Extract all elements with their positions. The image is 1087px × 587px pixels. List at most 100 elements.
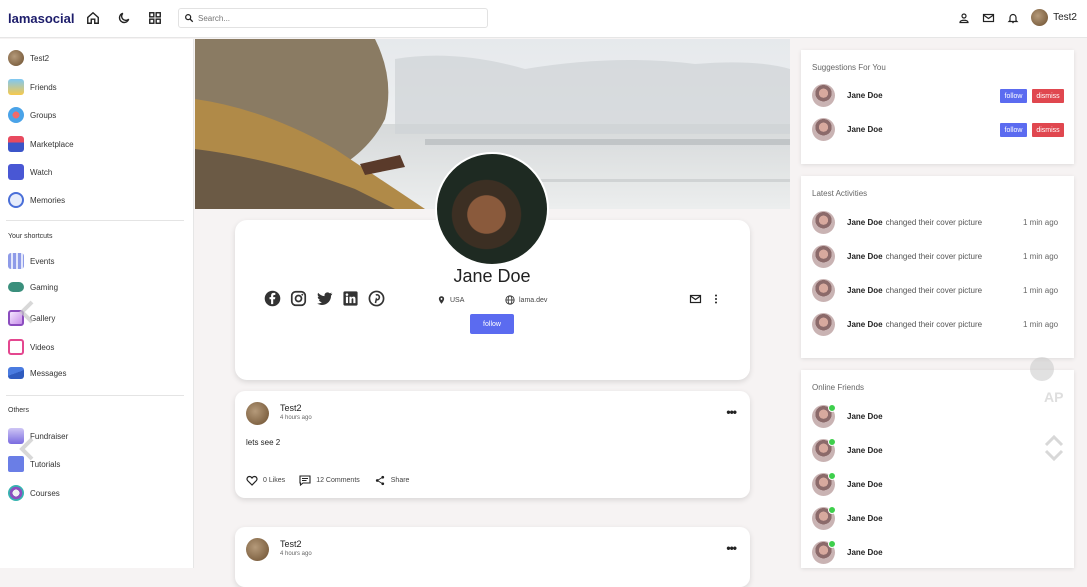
instagram-icon[interactable] (290, 290, 307, 307)
comments-button[interactable]: 12 Comments (299, 475, 360, 486)
more-vertical-icon[interactable] (714, 293, 718, 305)
post-more-icon[interactable]: ••• (726, 541, 737, 555)
avatar[interactable] (812, 84, 835, 107)
scroll-arrows-icon[interactable] (1043, 434, 1065, 462)
location-pin-icon (438, 296, 445, 304)
post-author[interactable]: Test2 (280, 539, 302, 549)
activity-text: changed their cover picture (885, 320, 983, 329)
suggestion-item: Jane Doe (812, 118, 883, 141)
linkedin-icon[interactable] (342, 290, 359, 307)
videos-icon (8, 339, 24, 355)
online-friends-panel: Online Friends Jane Doe Jane Doe Jane Do… (801, 370, 1074, 568)
follow-button[interactable]: follow (1000, 89, 1027, 103)
apps-grid-icon[interactable] (148, 11, 162, 25)
activity-name[interactable]: Jane Doe (847, 320, 883, 329)
home-icon[interactable] (86, 11, 100, 25)
online-friend-item[interactable]: Jane Doe (812, 472, 883, 496)
avatar[interactable] (812, 211, 835, 234)
sidebar-item-gaming[interactable]: Gaming (8, 282, 58, 292)
sidebar-item-label: Marketplace (30, 139, 74, 149)
top-bar: lamasocial Test2 (0, 0, 1087, 38)
comment-icon (299, 475, 311, 486)
share-button[interactable]: Share (374, 475, 410, 486)
user-menu[interactable]: Test2 (1031, 9, 1077, 26)
globe-icon (505, 295, 515, 305)
activity-name[interactable]: Jane Doe (847, 218, 883, 227)
follow-button[interactable]: follow (1000, 123, 1027, 137)
sidebar-item-label: Gaming (30, 282, 59, 292)
app-logo[interactable]: lamasocial (8, 11, 75, 26)
activity-name[interactable]: Jane Doe (847, 252, 883, 261)
avatar[interactable] (812, 313, 835, 336)
post-time: 4 hours ago (280, 551, 312, 557)
sidebar-item-marketplace[interactable]: Marketplace (8, 136, 74, 152)
sidebar-item-videos[interactable]: Videos (8, 339, 54, 355)
activity-time: 1 min ago (1023, 252, 1059, 261)
profile-website[interactable]: lama.dev (505, 295, 547, 305)
left-arrow-overlay-icon (19, 437, 34, 461)
search-icon (185, 14, 194, 23)
online-indicator (828, 472, 836, 480)
sidebar-item-messages[interactable]: Messages (8, 367, 66, 379)
post-card: Test2 4 hours ago ••• lets see 2 0 Likes… (235, 391, 750, 498)
online-indicator (828, 404, 836, 412)
dismiss-button[interactable]: dismiss (1032, 123, 1064, 137)
search-bar[interactable] (178, 8, 488, 28)
activity-item: Jane Doe changed their cover picture (812, 279, 982, 302)
post-more-icon[interactable]: ••• (726, 405, 737, 419)
sidebar-item-watch[interactable]: Watch (8, 164, 52, 180)
share-label: Share (390, 477, 410, 484)
sidebar-item-profile[interactable]: Test2 (8, 50, 49, 66)
activity-text: changed their cover picture (885, 252, 983, 261)
post-text: lets see 2 (246, 438, 281, 447)
avatar[interactable] (812, 245, 835, 268)
divider (6, 395, 184, 396)
suggestion-name[interactable]: Jane Doe (847, 125, 883, 134)
location-text: USA (450, 296, 465, 304)
online-friend-item[interactable]: Jane Doe (812, 438, 883, 462)
sidebar-item-friends[interactable]: Friends (8, 79, 57, 95)
panel-title: Latest Activities (812, 189, 868, 198)
online-friend-item[interactable]: Jane Doe (812, 506, 883, 530)
avatar[interactable] (246, 538, 269, 561)
friend-name: Jane Doe (847, 548, 883, 557)
overlay-circle[interactable] (1030, 357, 1054, 381)
sidebar-item-memories[interactable]: Memories (8, 192, 65, 208)
activity-text: changed their cover picture (885, 218, 983, 227)
online-friend-item[interactable]: Jane Doe (812, 404, 883, 428)
activity-name[interactable]: Jane Doe (847, 286, 883, 295)
mail-icon[interactable] (982, 12, 995, 24)
person-icon[interactable] (958, 12, 970, 24)
suggestion-name[interactable]: Jane Doe (847, 91, 883, 100)
search-input[interactable] (198, 13, 478, 23)
avatar[interactable] (246, 402, 269, 425)
activity-item: Jane Doe changed their cover picture (812, 211, 982, 234)
twitter-icon[interactable] (316, 290, 333, 307)
facebook-icon[interactable] (264, 290, 281, 307)
sidebar-item-events[interactable]: Events (8, 253, 54, 269)
mail-icon[interactable] (689, 293, 702, 305)
pinterest-icon[interactable] (368, 290, 385, 307)
friend-name: Jane Doe (847, 412, 883, 421)
avatar (812, 506, 836, 530)
friend-name: Jane Doe (847, 480, 883, 489)
avatar[interactable] (812, 279, 835, 302)
panel-title: Online Friends (812, 383, 865, 392)
dismiss-button[interactable]: dismiss (1032, 89, 1064, 103)
suggestion-item: Jane Doe (812, 84, 883, 107)
online-friend-item[interactable]: Jane Doe (812, 540, 883, 564)
sidebar-item-courses[interactable]: Courses (8, 485, 60, 501)
activity-item: Jane Doe changed their cover picture (812, 313, 982, 336)
dark-mode-icon[interactable] (117, 11, 131, 25)
like-button[interactable]: 0 Likes (246, 475, 285, 486)
follow-button[interactable]: follow (470, 314, 514, 334)
shortcuts-heading: Your shortcuts (8, 233, 53, 240)
notifications-icon[interactable] (1007, 12, 1019, 24)
activity-text: changed their cover picture (885, 286, 983, 295)
post-author[interactable]: Test2 (280, 403, 302, 413)
sidebar-item-groups[interactable]: Groups (8, 107, 56, 123)
avatar (8, 50, 24, 66)
avatar[interactable] (812, 118, 835, 141)
overlay-label: AP (1044, 389, 1064, 405)
profile-avatar[interactable] (435, 152, 549, 266)
